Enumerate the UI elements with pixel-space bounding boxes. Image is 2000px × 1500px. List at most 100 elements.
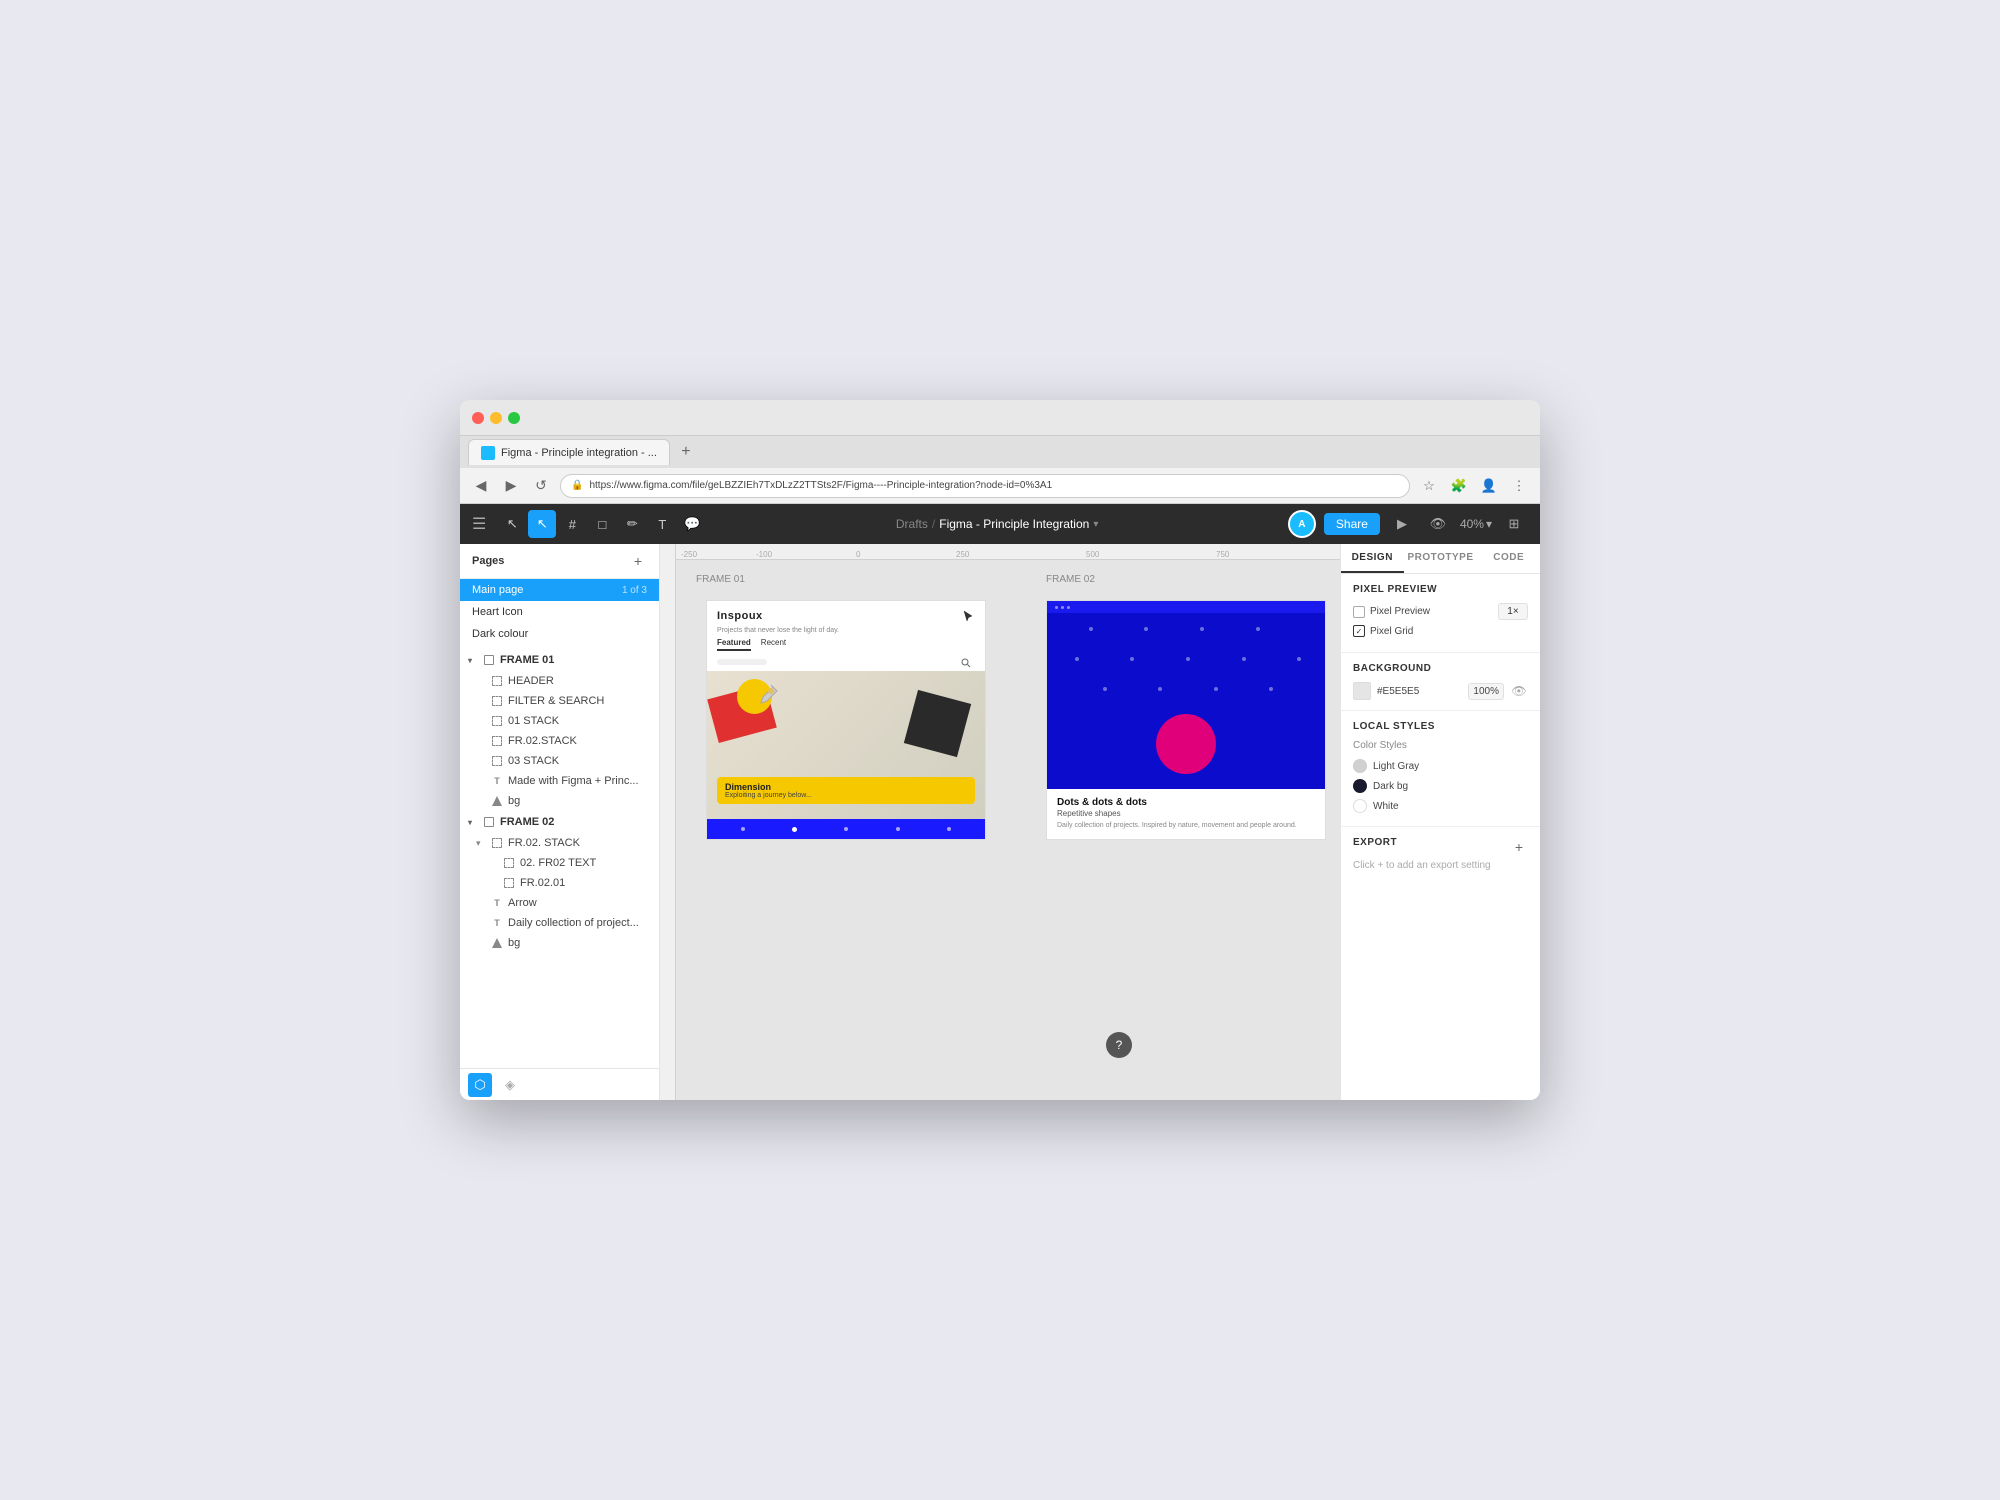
dot-item (1269, 687, 1273, 691)
page-dark-label: Dark colour (472, 628, 528, 640)
layer-made-with[interactable]: T Made with Figma + Princ... (460, 771, 659, 791)
dot-item (1200, 627, 1204, 631)
frame-01[interactable]: Inspoux Projects that never lose the lig… (706, 600, 986, 840)
background-row: #E5E5E5 100% 👁 (1353, 682, 1528, 700)
ruler-vertical (660, 544, 676, 1100)
background-hex[interactable]: #E5E5E5 (1377, 686, 1462, 697)
pixel-grid-checkbox[interactable] (1353, 625, 1365, 637)
layer-fr02-stack[interactable]: FR.02.STACK (460, 731, 659, 751)
layer-fr02-stack2[interactable]: ▾ FR.02. STACK (460, 833, 659, 853)
address-bar[interactable]: 🔒 https://www.figma.com/file/geLBZZIEh7T… (560, 474, 1410, 498)
minimize-button[interactable] (490, 412, 502, 424)
layer-filter-label: FILTER & SEARCH (508, 695, 604, 707)
page-item-heart[interactable]: Heart Icon (460, 601, 659, 623)
frame01-toggle-icon: ▾ (468, 656, 478, 665)
rectangle-tool-button[interactable]: □ (588, 510, 616, 538)
frame02-frame-icon (482, 815, 496, 829)
page-item-dark[interactable]: Dark colour (460, 623, 659, 645)
layer-03-stack[interactable]: 03 STACK (460, 751, 659, 771)
nav-featured[interactable]: Featured (717, 638, 751, 651)
reload-button[interactable]: ↺ (530, 475, 552, 497)
layer-filter-search[interactable]: FILTER & SEARCH (460, 691, 659, 711)
nav-recent[interactable]: Recent (761, 638, 786, 651)
zoom-display[interactable]: 40% ▾ (1460, 517, 1492, 531)
page-item-main[interactable]: Main page 1 of 3 (460, 579, 659, 601)
dark-app-description: Daily collection of projects. Inspired b… (1057, 821, 1315, 831)
hamburger-menu-icon[interactable]: ☰ (472, 514, 486, 534)
toolbar-tools: ↖ ↖ # □ ✏ T 💬 (498, 510, 706, 538)
layer-bg-1[interactable]: bg (460, 791, 659, 811)
layer-fr02-01[interactable]: FR.02.01 (460, 873, 659, 893)
layer-01-stack[interactable]: 01 STACK (460, 711, 659, 731)
frame02-canvas-label: FRAME 02 (1046, 574, 1095, 585)
visibility-icon[interactable]: 👁 (1510, 682, 1528, 700)
forward-button[interactable]: ▶ (500, 475, 522, 497)
right-panel: DESIGN PROTOTYPE CODE PIXEL PREVIEW Pixe… (1340, 544, 1540, 1100)
breadcrumb-separator: / (932, 517, 935, 531)
pixel-preview-checkbox[interactable] (1353, 606, 1365, 618)
export-add-button[interactable]: + (1510, 838, 1528, 856)
color-style-light-gray[interactable]: Light Gray (1353, 756, 1528, 776)
breadcrumb-chevron-icon[interactable]: ▾ (1093, 519, 1098, 530)
fill-tool-button[interactable]: ⬡ (468, 1073, 492, 1097)
local-styles-title: LOCAL STYLES (1353, 721, 1528, 732)
tab-code[interactable]: CODE (1478, 544, 1541, 573)
bottom-bar: ⬡ ◈ (460, 1068, 659, 1100)
tab-prototype[interactable]: PROTOTYPE (1404, 544, 1478, 573)
background-opacity[interactable]: 100% (1468, 683, 1504, 700)
preview-button[interactable]: 👁 (1424, 510, 1452, 538)
breadcrumb-drafts[interactable]: Drafts (896, 517, 928, 531)
dot-item (1075, 657, 1079, 661)
select-tool-button[interactable]: ↖ (528, 510, 556, 538)
layer-fr0201-label: FR.02.01 (520, 877, 565, 889)
layer-arrow[interactable]: T Arrow (460, 893, 659, 913)
maximize-button[interactable] (508, 412, 520, 424)
comment-tool-button[interactable]: 💬 (678, 510, 706, 538)
canvas-area[interactable]: -250 -100 0 250 500 750 FRAME 01 (660, 544, 1340, 1100)
frame02-toggle-icon: ▾ (468, 818, 478, 827)
frame-02[interactable]: Dots & dots & dots Repetitive shapes Dai… (1046, 600, 1326, 840)
bookmark-button[interactable]: ☆ (1418, 475, 1440, 497)
local-styles-section: LOCAL STYLES Color Styles Light Gray Dar… (1341, 711, 1540, 827)
help-button[interactable]: ? (1106, 1032, 1132, 1058)
layer-bg1-label: bg (508, 795, 520, 807)
ruler-tick: 250 (956, 550, 969, 559)
tab-design[interactable]: DESIGN (1341, 544, 1404, 573)
play-button[interactable]: ▶ (1388, 510, 1416, 538)
search-bar[interactable] (717, 659, 767, 665)
move-tool-button[interactable]: ↖ (498, 510, 526, 538)
close-button[interactable] (472, 412, 484, 424)
inspect-tool-button[interactable]: ◈ (498, 1073, 522, 1097)
layer-frame-02[interactable]: ▾ FRAME 02 (460, 811, 659, 833)
text-tool-button[interactable]: T (648, 510, 676, 538)
back-button[interactable]: ◀ (470, 475, 492, 497)
figma-app: ☰ ↖ ↖ # □ ✏ T 💬 Drafts / Figma - Princip… (460, 504, 1540, 1100)
background-color-swatch[interactable] (1353, 682, 1371, 700)
background-section: BACKGROUND #E5E5E5 100% 👁 (1341, 653, 1540, 711)
dot-item (1089, 627, 1093, 631)
layer-bg-2[interactable]: bg (460, 933, 659, 953)
menu-button[interactable]: ⋮ (1508, 475, 1530, 497)
layer-daily[interactable]: T Daily collection of project... (460, 913, 659, 933)
layer-bg2-label: bg (508, 937, 520, 949)
frame-tool-button[interactable]: # (558, 510, 586, 538)
frame01-frame-icon (482, 653, 496, 667)
pixel-preview-row: Pixel Preview 1× (1353, 603, 1528, 620)
color-style-white[interactable]: White (1353, 796, 1528, 816)
add-page-button[interactable]: + (629, 552, 647, 570)
profile-button[interactable]: 👤 (1478, 475, 1500, 497)
share-button[interactable]: Share (1324, 513, 1380, 535)
extensions-button[interactable]: 🧩 (1448, 475, 1470, 497)
pen-tool-button[interactable]: ✏ (618, 510, 646, 538)
layer-frame-01[interactable]: ▾ FRAME 01 (460, 649, 659, 671)
color-style-dark-bg[interactable]: Dark bg (1353, 776, 1528, 796)
grid-button[interactable]: ⊞ (1500, 510, 1528, 538)
layer-fr02-text[interactable]: 02. FR02 TEXT (460, 853, 659, 873)
browser-tab[interactable]: Figma - Principle integration - ... (468, 439, 670, 465)
app-nav: Featured Recent (707, 636, 985, 653)
new-tab-button[interactable]: + (674, 440, 698, 464)
layer-header[interactable]: HEADER (460, 671, 659, 691)
export-title: EXPORT (1353, 837, 1397, 848)
pixel-preview-value[interactable]: 1× (1498, 603, 1528, 620)
search-icon[interactable] (961, 655, 975, 669)
